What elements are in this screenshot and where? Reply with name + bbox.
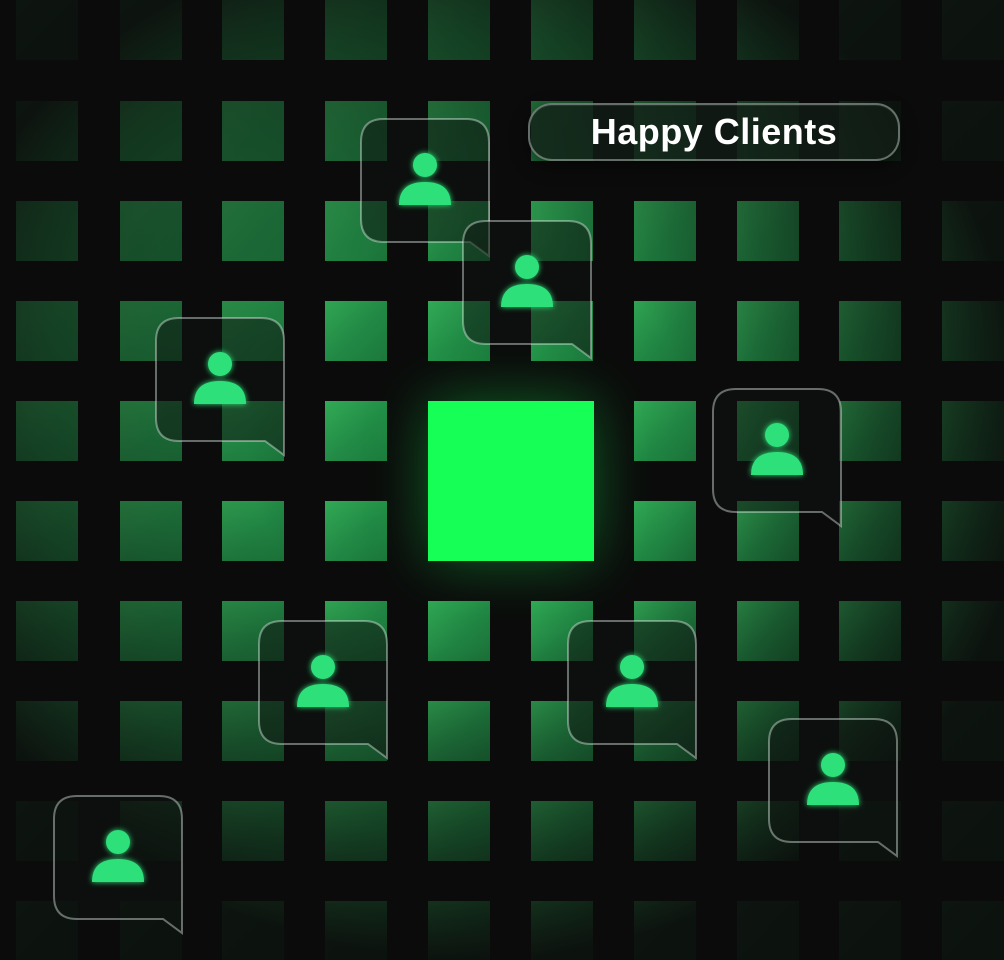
grid-cell [942,101,1004,161]
grid-cell [737,901,799,960]
grid-cell [325,401,387,461]
grid-cell [839,601,901,661]
grid-cell [634,201,696,261]
center-highlight-square [428,401,594,561]
grid-cell [942,501,1004,561]
grid-cell [120,0,182,60]
grid-cell [120,501,182,561]
grid-cell [16,201,78,261]
grid-cell [942,401,1004,461]
client-chat-bubble [567,620,697,761]
grid-cell [120,201,182,261]
grid-cell [428,801,490,861]
grid-cell [325,301,387,361]
grid-cell [839,501,901,561]
grid-cell [120,701,182,761]
grid-cell [120,601,182,661]
client-chat-bubble [155,317,285,458]
grid-cell [325,501,387,561]
client-chat-bubble [258,620,388,761]
grid-cell [222,201,284,261]
grid-cell [531,0,593,60]
grid-cell [325,801,387,861]
grid-cell [16,501,78,561]
grid-cell [634,801,696,861]
grid-cell [634,901,696,960]
grid-cell [634,501,696,561]
grid-cell [634,0,696,60]
grid-cell [737,301,799,361]
grid-cell [839,901,901,960]
grid-cell [222,801,284,861]
grid-cell [942,901,1004,960]
grid-cell [16,101,78,161]
grid-cell [428,601,490,661]
grid-cell [839,0,901,60]
grid-cell [428,0,490,60]
grid-cell [428,701,490,761]
grid-cell [325,901,387,960]
badge-label: Happy Clients [590,111,838,152]
grid-cell [222,0,284,60]
grid-cell [634,401,696,461]
grid-cell [16,401,78,461]
grid-cell [222,501,284,561]
grid-cell [16,601,78,661]
grid-cell [16,701,78,761]
grid-cell [839,201,901,261]
grid-cell [16,0,78,60]
grid-cell [942,301,1004,361]
grid-cell [942,701,1004,761]
client-chat-bubble [53,795,183,936]
grid-cell [222,901,284,960]
grid-cell [942,801,1004,861]
grid-cell [531,801,593,861]
grid-cell [428,901,490,960]
grid-cell [222,101,284,161]
grid-cell [737,201,799,261]
client-chat-bubble [462,220,592,361]
grid-cell [737,0,799,60]
grid-cell [942,0,1004,60]
grid-cell [839,401,901,461]
grid-cell [16,301,78,361]
grid-cell [531,901,593,960]
grid-cell [839,301,901,361]
grid-cell [325,0,387,60]
happy-clients-illustration: Happy Clients [0,0,1004,960]
grid-cell [942,201,1004,261]
grid-cell [942,601,1004,661]
grid-cell [737,601,799,661]
client-chat-bubble [712,388,842,529]
grid-cell [120,101,182,161]
client-chat-bubble [768,718,898,859]
grid-cell [634,301,696,361]
happy-clients-badge: Happy Clients [528,103,900,161]
